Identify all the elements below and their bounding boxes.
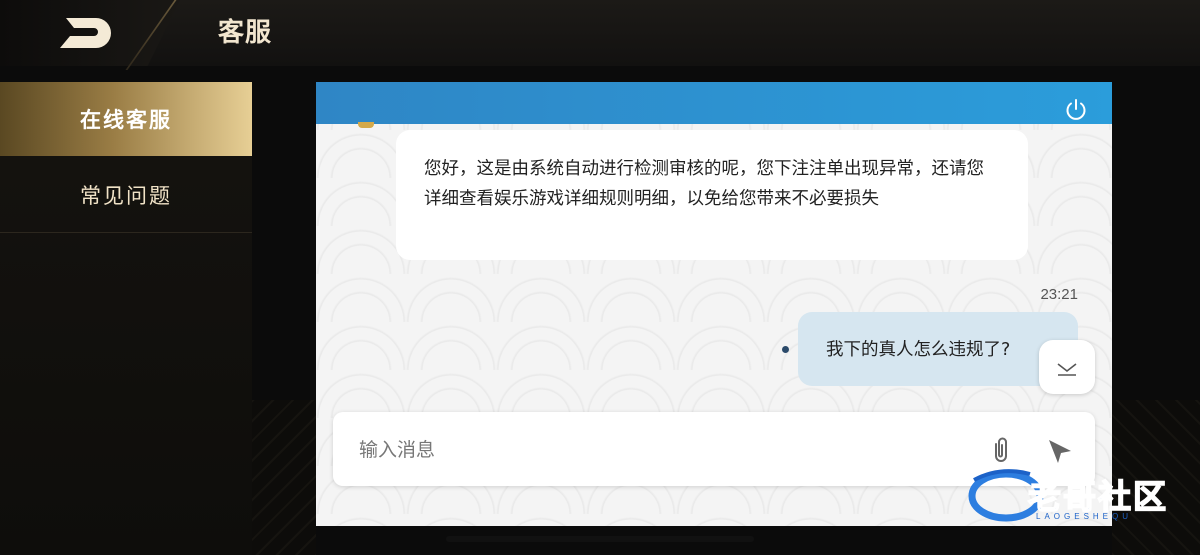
top-bar — [0, 0, 1200, 66]
sidebar-item-online-service[interactable]: 在线客服 — [0, 82, 252, 156]
message-text: 您好，这是由系统自动进行检测审核的呢，您下注注单出现异常，还请您详细查看娱乐游戏… — [424, 159, 984, 209]
sidebar-divider — [0, 232, 252, 233]
decorative-background — [252, 400, 316, 555]
sidebar: 在线客服 常见问题 — [0, 82, 252, 555]
agent-message-bubble: 您好，这是由系统自动进行检测审核的呢，您下注注单出现异常，还请您详细查看娱乐游戏… — [396, 130, 1028, 260]
agent-avatar — [358, 122, 374, 128]
back-arrow-icon[interactable] — [56, 14, 116, 52]
home-indicator — [446, 536, 754, 542]
scroll-down-button[interactable] — [1039, 340, 1095, 394]
page-title: 客服 — [218, 17, 273, 47]
watermark-text: 老哥社区 — [1027, 477, 1168, 516]
sidebar-item-label: 常见问题 — [80, 185, 172, 208]
watermark-subtext: LAOGESHEQU — [1036, 512, 1133, 521]
user-message-bubble: 我下的真人怎么违规了? — [798, 312, 1078, 386]
message-text: 我下的真人怎么违规了? — [826, 340, 1011, 360]
power-icon[interactable] — [1064, 98, 1088, 122]
chat-header — [316, 82, 1112, 124]
sidebar-item-label: 在线客服 — [80, 109, 172, 132]
chevron-down-icon — [1057, 363, 1077, 376]
status-dot — [782, 346, 789, 353]
message-input[interactable] — [357, 432, 961, 468]
sidebar-item-faq[interactable]: 常见问题 — [0, 158, 252, 232]
message-timestamp: 23:21 — [1040, 286, 1078, 303]
